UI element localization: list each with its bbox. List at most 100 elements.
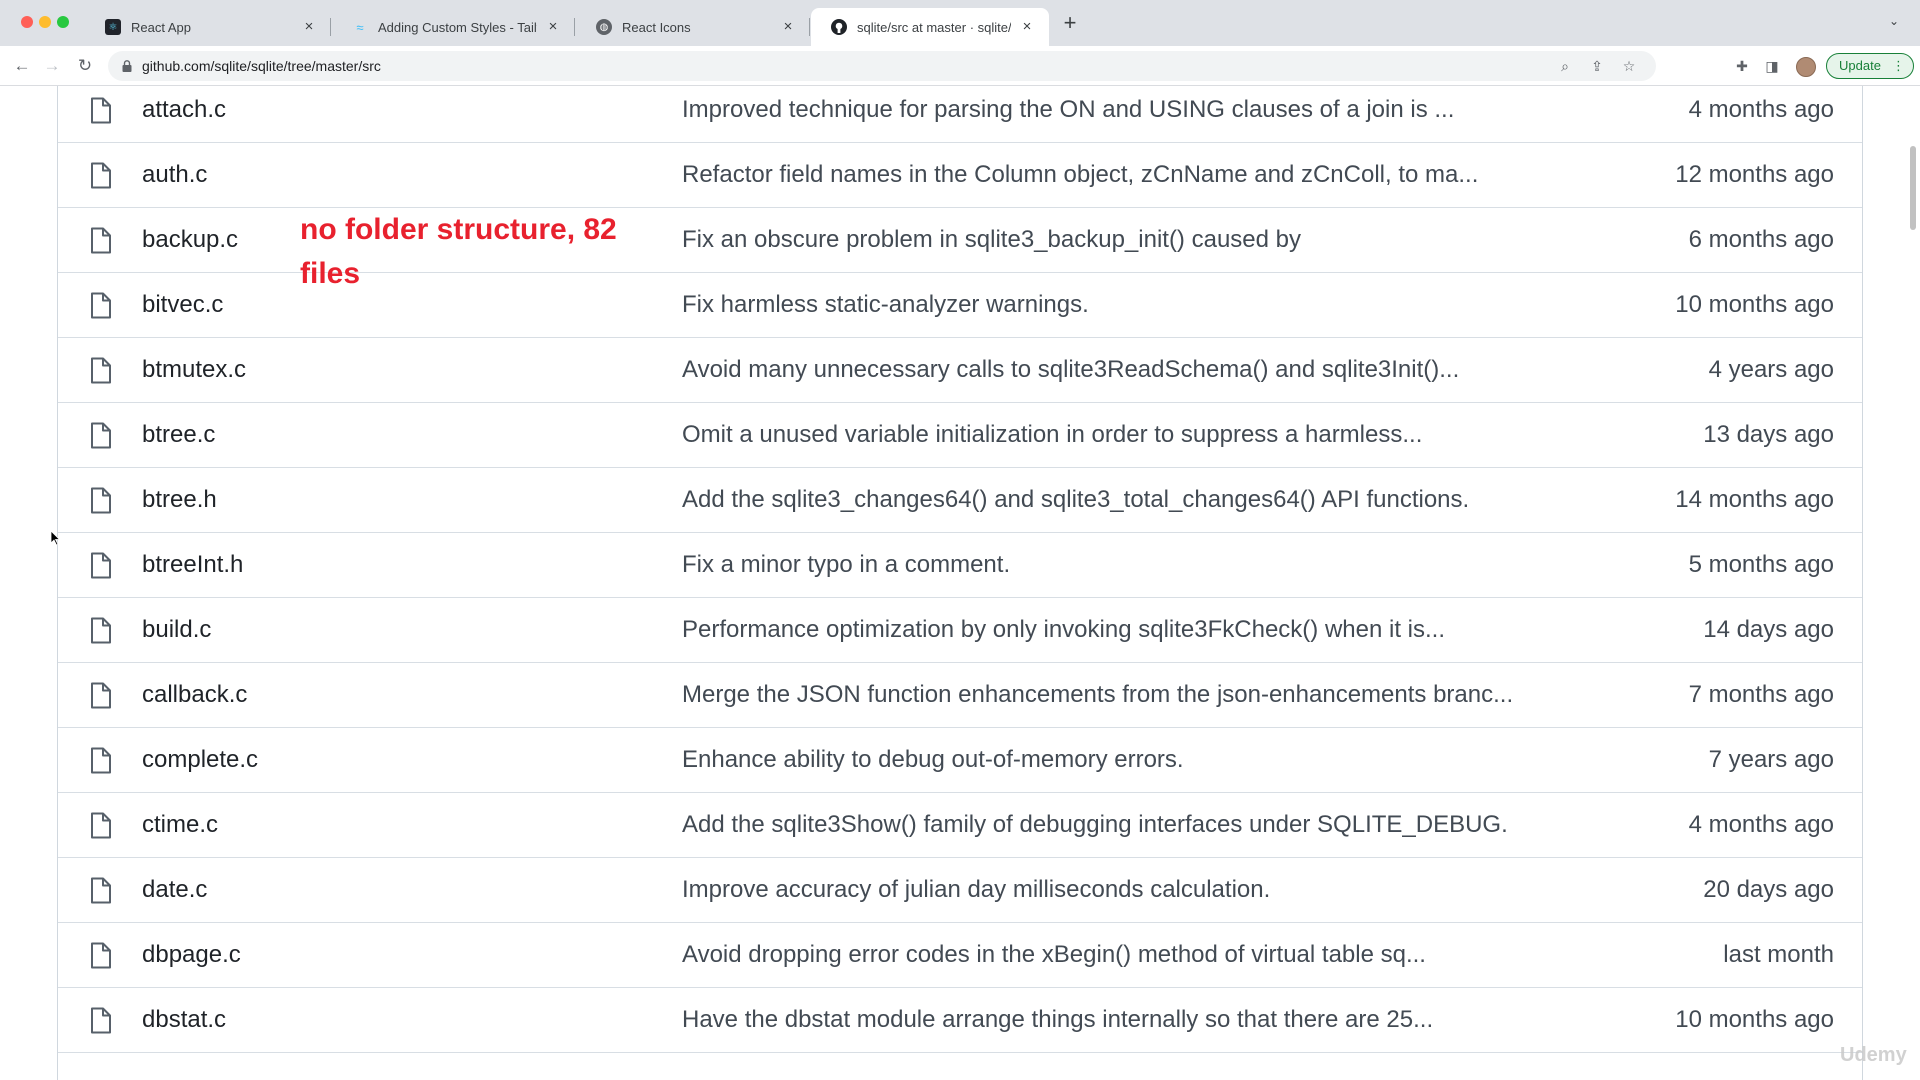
commit-message-link[interactable]: Fix harmless static-analyzer warnings. [682, 291, 1582, 319]
file-name-link[interactable]: dbstat.c [142, 1006, 226, 1034]
address-bar[interactable]: github.com/sqlite/sqlite/tree/master/src… [108, 51, 1656, 81]
file-row[interactable]: complete.c Enhance ability to debug out-o… [58, 728, 1862, 793]
file-row[interactable]: btreeInt.h Fix a minor typo in a comment.… [58, 533, 1862, 598]
commit-message-link[interactable]: Add the sqlite3Show() family of debuggin… [682, 811, 1582, 839]
file-icon [91, 487, 111, 514]
globe-icon: ◍ [596, 19, 612, 35]
file-name-link[interactable]: date.c [142, 876, 207, 904]
file-icon [91, 227, 111, 254]
zoom-icon[interactable]: ⌕ [1556, 57, 1574, 75]
more-vert-icon: ⋮ [1892, 58, 1905, 73]
file-name-link[interactable]: backup.c [142, 226, 238, 254]
commit-age: 20 days ago [1703, 876, 1834, 903]
browser-tab-github[interactable]: sqlite/src at master · sqlite/sqlite × [811, 8, 1049, 46]
file-row[interactable]: callback.c Merge the JSON function enhanc… [58, 663, 1862, 728]
commit-age: 10 months ago [1675, 1006, 1834, 1033]
commit-age: 14 months ago [1675, 486, 1834, 513]
udemy-watermark: Udemy [1840, 1044, 1907, 1066]
file-row[interactable]: btree.c Omit a unused variable initializa… [58, 403, 1862, 468]
commit-message-link[interactable]: Fix an obscure problem in sqlite3_backup… [682, 226, 1582, 254]
github-file-list-page: attach.c Improved technique for parsing t… [0, 86, 1920, 1080]
tab-title: React Icons [622, 19, 691, 35]
annotation-note: no folder structure, 82 files [300, 213, 617, 290]
window-minimize-button[interactable] [39, 16, 51, 28]
file-name-link[interactable]: auth.c [142, 161, 207, 189]
commit-message-link[interactable]: Omit a unused variable initialization in… [682, 421, 1582, 449]
browser-tab-react-app[interactable]: ⚛ React App × [85, 8, 331, 46]
close-icon[interactable]: × [780, 19, 796, 35]
commit-message-link[interactable]: Avoid many unnecessary calls to sqlite3R… [682, 356, 1582, 384]
file-name-link[interactable]: btreeInt.h [142, 551, 243, 579]
browser-toolbar: ← → ↻ github.com/sqlite/sqlite/tree/mast… [0, 46, 1920, 86]
side-panel-icon[interactable]: ◨ [1763, 57, 1781, 75]
bookmark-star-icon[interactable]: ☆ [1620, 57, 1638, 75]
file-row[interactable]: dbstat.c Have the dbstat module arrange t… [58, 988, 1862, 1053]
close-icon[interactable]: × [301, 19, 317, 35]
commit-age: 6 months ago [1688, 226, 1834, 253]
react-app-icon: ⚛ [105, 19, 121, 35]
close-icon[interactable]: × [1019, 19, 1035, 35]
profile-avatar[interactable] [1796, 57, 1816, 77]
file-name-link[interactable]: btree.h [142, 486, 217, 514]
browser-tab-strip: ⚛ React App × ≈ Adding Custom Styles - T… [0, 0, 1920, 46]
tab-title: sqlite/src at master · sqlite/sqlite [857, 19, 1011, 35]
commit-age: 4 months ago [1688, 96, 1834, 123]
commit-age: 4 years ago [1708, 356, 1834, 383]
tab-separator [809, 18, 810, 36]
file-icon [91, 747, 111, 774]
file-name-link[interactable]: callback.c [142, 681, 247, 709]
commit-message-link[interactable]: Refactor field names in the Column objec… [682, 161, 1582, 189]
browser-tab-react-icons[interactable]: ◍ React Icons × [576, 8, 810, 46]
file-row[interactable]: build.c Performance optimization by only … [58, 598, 1862, 663]
commit-message-link[interactable]: Fix a minor typo in a comment. [682, 551, 1582, 579]
commit-age: 4 months ago [1688, 811, 1834, 838]
commit-message-link[interactable]: Improve accuracy of julian day milliseco… [682, 876, 1582, 904]
commit-message-link[interactable]: Have the dbstat module arrange things in… [682, 1006, 1582, 1034]
file-row[interactable]: attach.c Improved technique for parsing t… [58, 86, 1862, 143]
file-row[interactable]: auth.c Refactor field names in the Column… [58, 143, 1862, 208]
commit-age: last month [1723, 941, 1834, 968]
back-arrow-icon[interactable]: ← [12, 56, 32, 76]
mouse-pointer-icon [50, 530, 60, 546]
tab-search-chevron-icon[interactable]: ⌄ [1886, 14, 1902, 30]
file-name-link[interactable]: attach.c [142, 96, 226, 124]
file-row[interactable]: ctime.c Add the sqlite3Show() family of d… [58, 793, 1862, 858]
forward-arrow-icon[interactable]: → [42, 56, 62, 76]
file-name-link[interactable]: btree.c [142, 421, 215, 449]
commit-message-link[interactable]: Performance optimization by only invokin… [682, 616, 1582, 644]
file-icon [91, 552, 111, 579]
commit-age: 14 days ago [1703, 616, 1834, 643]
file-name-link[interactable]: dbpage.c [142, 941, 241, 969]
commit-message-link[interactable]: Improved technique for parsing the ON an… [682, 96, 1582, 124]
window-close-button[interactable] [21, 16, 33, 28]
commit-message-link[interactable]: Enhance ability to debug out-of-memory e… [682, 746, 1582, 774]
new-tab-button[interactable]: + [1058, 12, 1082, 36]
commit-message-link[interactable]: Avoid dropping error codes in the xBegin… [682, 941, 1582, 969]
close-icon[interactable]: × [545, 19, 561, 35]
file-row[interactable]: dbpage.c Avoid dropping error codes in th… [58, 923, 1862, 988]
url-text[interactable]: github.com/sqlite/sqlite/tree/master/src [142, 58, 381, 74]
commit-age: 12 months ago [1675, 161, 1834, 188]
share-icon[interactable]: ⇪ [1588, 57, 1606, 75]
browser-tab-tailwind[interactable]: ≈ Adding Custom Styles - Tailwind × [332, 8, 575, 46]
file-row[interactable]: btmutex.c Avoid many unnecessary calls to… [58, 338, 1862, 403]
file-row[interactable]: date.c Improve accuracy of julian day mil… [58, 858, 1862, 923]
commit-age: 13 days ago [1703, 421, 1834, 448]
file-name-link[interactable]: build.c [142, 616, 211, 644]
file-name-link[interactable]: bitvec.c [142, 291, 223, 319]
scrollbar-thumb[interactable] [1910, 146, 1916, 230]
file-name-link[interactable]: btmutex.c [142, 356, 246, 384]
extensions-puzzle-icon[interactable]: ✚ [1733, 57, 1751, 75]
update-button[interactable]: Update ⋮ [1826, 53, 1914, 79]
tailwind-icon: ≈ [356, 19, 364, 35]
commit-age: 7 months ago [1688, 681, 1834, 708]
window-zoom-button[interactable] [57, 16, 69, 28]
commit-message-link[interactable]: Add the sqlite3_changes64() and sqlite3_… [682, 486, 1582, 514]
reload-icon[interactable]: ↻ [75, 56, 95, 76]
file-name-link[interactable]: ctime.c [142, 811, 218, 839]
commit-age: 7 years ago [1708, 746, 1834, 773]
file-row[interactable]: btree.h Add the sqlite3_changes64() and s… [58, 468, 1862, 533]
commit-message-link[interactable]: Merge the JSON function enhancements fro… [682, 681, 1582, 709]
file-name-link[interactable]: complete.c [142, 746, 258, 774]
file-icon [91, 617, 111, 644]
